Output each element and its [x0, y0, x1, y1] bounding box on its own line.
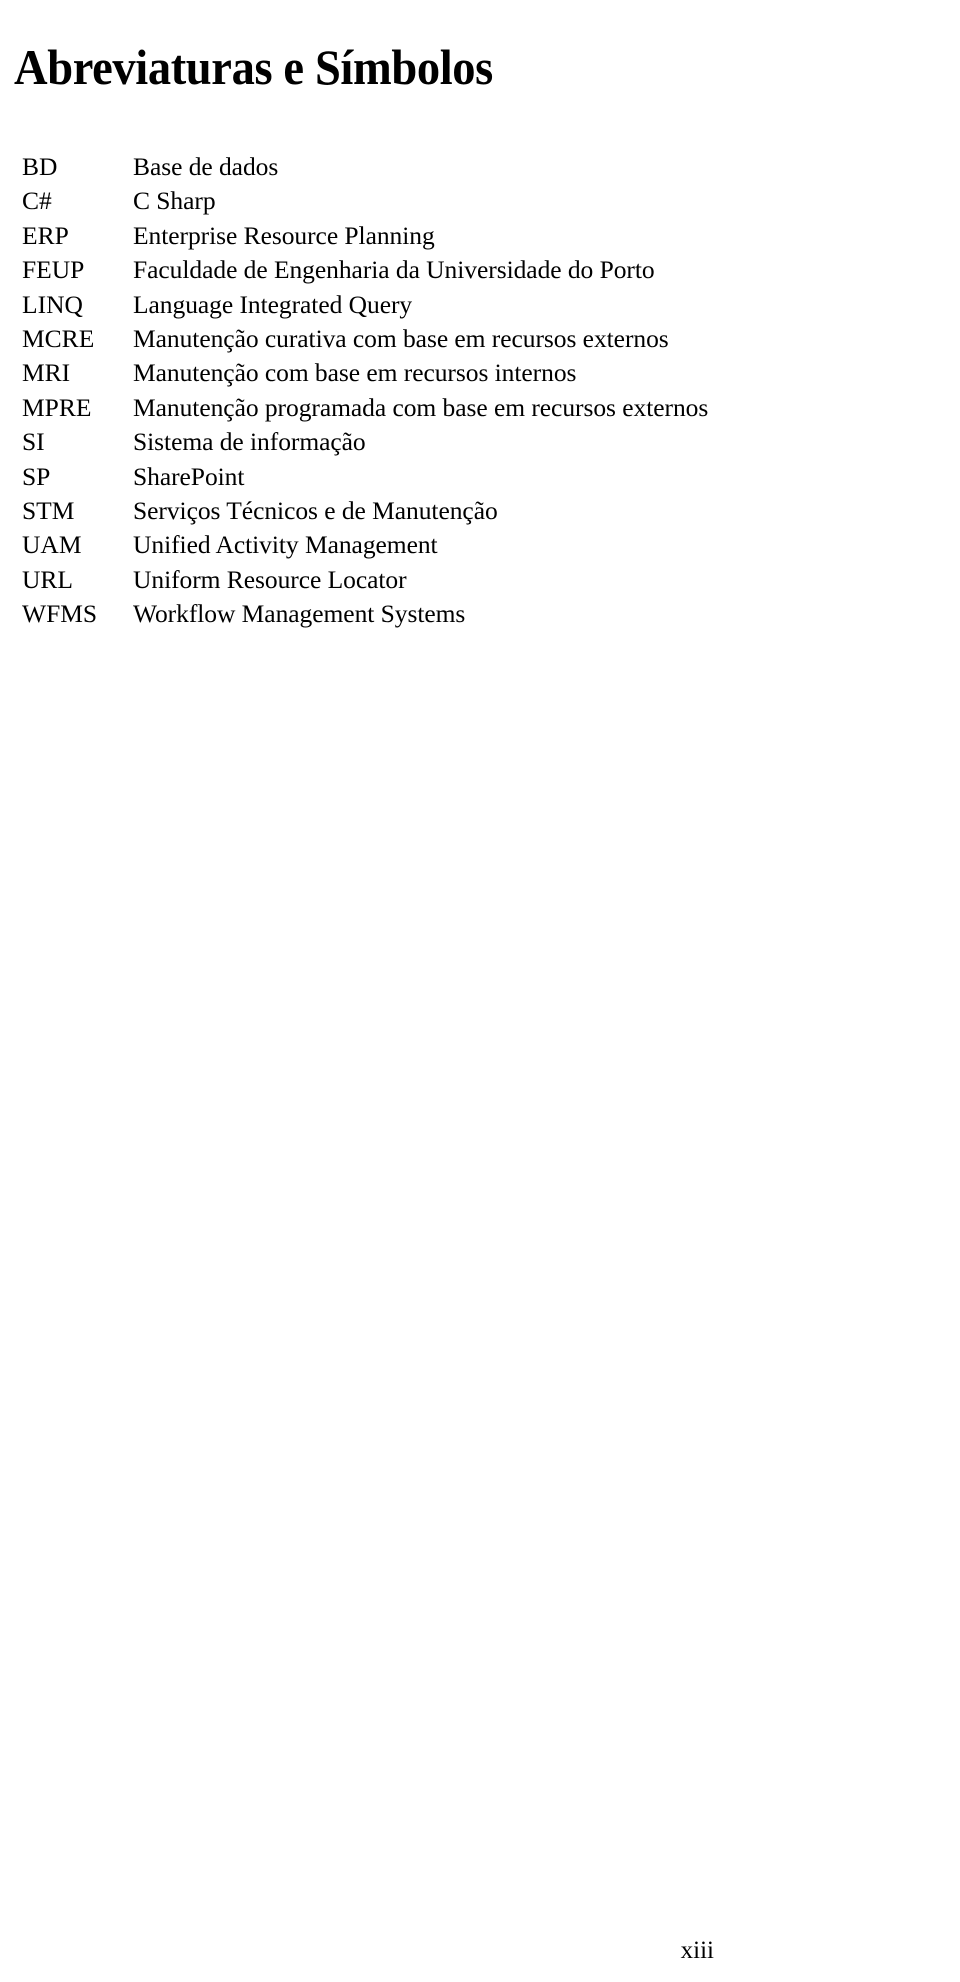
abbreviation-definition: Workflow Management Systems — [133, 599, 466, 629]
abbreviation-definition: SharePoint — [133, 461, 245, 491]
abbreviation-term: URL — [22, 564, 73, 594]
abbreviation-row: LINQ Language Integrated Query — [22, 288, 922, 322]
abbreviation-definition: C Sharp — [133, 186, 216, 216]
abbreviation-term: WFMS — [22, 599, 98, 629]
abbreviation-definition: Unified Activity Management — [133, 530, 438, 560]
abbreviation-definition: Faculdade de Engenharia da Universidade … — [133, 255, 655, 285]
abbreviation-row: UAM Unified Activity Management — [22, 528, 922, 562]
abbreviation-row: MCRE Manutenção curativa com base em recu… — [22, 322, 922, 356]
abbreviation-term: SI — [22, 427, 45, 457]
abbreviation-row: ERP Enterprise Resource Planning — [22, 219, 922, 253]
abbreviation-term: FEUP — [22, 255, 85, 285]
abbreviation-row: FEUP Faculdade de Engenharia da Universid… — [22, 253, 922, 287]
abbreviation-term: MPRE — [22, 392, 92, 422]
abbreviation-row: MRI Manutenção com base em recursos inter… — [22, 356, 922, 390]
abbreviation-definition: Manutenção com base em recursos internos — [133, 358, 577, 388]
abbreviation-term: MRI — [22, 358, 71, 388]
page-title: Abreviaturas e Símbolos — [14, 38, 493, 95]
abbreviation-term: LINQ — [22, 289, 83, 319]
page-number: xiii — [680, 1937, 714, 1964]
abbreviation-definition: Serviços Técnicos e de Manutenção — [133, 495, 498, 525]
abbreviation-row: C# C Sharp — [22, 184, 922, 218]
abbreviation-row: STM Serviços Técnicos e de Manutenção — [22, 494, 922, 528]
abbreviation-row: URL Uniform Resource Locator — [22, 563, 922, 597]
abbreviation-row: MPRE Manutenção programada com base em re… — [22, 391, 922, 425]
abbreviation-term: MCRE — [22, 323, 95, 353]
abbreviation-definition: Manutenção curativa com base em recursos… — [133, 323, 669, 353]
abbreviation-term: BD — [22, 152, 58, 181]
abbreviation-term: C# — [22, 186, 52, 216]
abbreviation-definition: Language Integrated Query — [133, 289, 413, 319]
abbreviation-term: UAM — [22, 530, 82, 560]
abbreviation-definition: Uniform Resource Locator — [133, 564, 407, 594]
abbreviation-term: SP — [22, 461, 51, 491]
abbreviation-row: SP SharePoint — [22, 460, 922, 494]
abbreviation-definition: Base de dados — [133, 152, 279, 181]
abbreviation-row: SI Sistema de informação — [22, 425, 922, 459]
abbreviation-row: WFMS Workflow Management Systems — [22, 597, 922, 631]
abbreviation-definition: Enterprise Resource Planning — [133, 220, 435, 250]
abbreviation-list: BD Base de dados C# C Sharp ERP Enterprise Re… — [22, 150, 922, 631]
abbreviation-term: STM — [22, 495, 75, 525]
abbreviation-definition: Manutenção programada com base em recurs… — [133, 392, 709, 422]
document-page: Abreviaturas e Símbolos BD Base de dados C… — [0, 0, 960, 1982]
abbreviation-term: ERP — [22, 220, 69, 250]
abbreviation-row: BD Base de dados — [22, 150, 922, 184]
abbreviation-definition: Sistema de informação — [133, 427, 366, 457]
